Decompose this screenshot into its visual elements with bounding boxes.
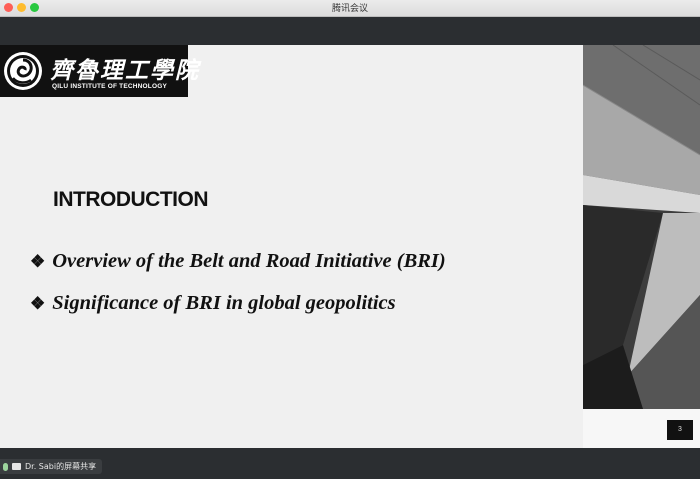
window-title: 腾讯会议 [331,4,368,14]
bullet-diamond-icon: ❖ [30,252,46,271]
screen-share-label[interactable]: Dr. Sabi的屏幕共享 [0,459,103,474]
slide-title: INTRODUCTION [53,188,209,211]
microphone-icon [3,462,8,471]
meeting-bottom-bar [0,448,700,479]
page-number-box: 3 [667,420,693,440]
shared-slide: 齊魯理工學院 QILU INSTITUTE OF TECHNOLOGY INTR… [0,45,700,448]
meeting-top-bar [0,17,700,45]
bullet-item: ❖ Significance of BRI in global geopoliti… [30,292,396,315]
bullet-diamond-icon: ❖ [30,294,46,313]
school-logo: 齊魯理工學院 QILU INSTITUTE OF TECHNOLOGY [0,45,198,97]
window-titlebar: 腾讯会议 [0,0,700,17]
school-emblem-icon [4,52,42,90]
bullet-text: Overview of the Belt and Road Initiative… [52,250,446,272]
screen-share-icon [12,463,21,470]
bullet-text: Significance of BRI in global geopolitic… [52,292,396,314]
bullet-item: ❖ Overview of the Belt and Road Initiativ… [30,250,446,273]
share-label-text: Dr. Sabi的屏幕共享 [25,462,97,471]
logo-english-name: QILU INSTITUTE OF TECHNOLOGY [52,83,168,90]
logo-chinese-name: 齊魯理工學院 [50,57,200,84]
architecture-photo [583,45,700,409]
